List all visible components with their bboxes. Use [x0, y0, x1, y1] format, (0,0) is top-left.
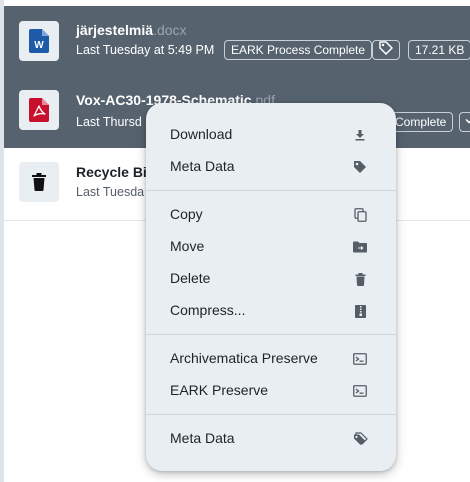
tag-button[interactable]	[372, 40, 400, 60]
menu-item-meta-data-bottom[interactable]: Meta Data	[146, 423, 396, 453]
copy-icon	[352, 207, 368, 223]
menu-item-label: Meta Data	[170, 158, 235, 174]
svg-text:W: W	[34, 40, 44, 51]
terminal-icon	[352, 351, 368, 367]
pdf-icon	[19, 90, 59, 130]
tag-icon	[352, 159, 368, 175]
menu-divider	[146, 190, 396, 191]
file-date: Last Tuesda	[76, 185, 145, 199]
terminal-icon	[352, 383, 368, 399]
status-badge[interactable]: EARK Process Complete	[224, 40, 373, 60]
folder-move-icon	[352, 239, 368, 255]
menu-divider	[146, 334, 396, 335]
file-size-badge: 17.21 KB	[408, 40, 470, 60]
menu-item-download[interactable]: Download	[146, 119, 396, 149]
menu-item-meta-data[interactable]: Meta Data	[146, 151, 396, 181]
menu-item-archivematica-preserve[interactable]: Archivematica Preserve	[146, 343, 396, 373]
expand-button[interactable]	[459, 112, 470, 132]
menu-item-delete[interactable]: Delete	[146, 263, 396, 293]
menu-item-label: Delete	[170, 270, 211, 286]
menu-item-label: Move	[170, 238, 205, 254]
trash-icon	[19, 162, 59, 202]
menu-item-eark-preserve[interactable]: EARK Preserve	[146, 375, 396, 405]
menu-item-compress[interactable]: Compress...	[146, 295, 396, 325]
menu-item-label: Archivematica Preserve	[170, 350, 318, 366]
trash-icon	[352, 271, 368, 287]
status-badge[interactable]: Complete	[388, 112, 454, 132]
menu-item-label: EARK Preserve	[170, 382, 269, 398]
menu-item-label: Meta Data	[170, 430, 235, 446]
menu-divider	[146, 414, 396, 415]
menu-item-label: Compress...	[170, 302, 246, 318]
download-icon	[352, 127, 368, 143]
menu-item-label: Download	[170, 126, 233, 142]
file-date: Last Thursd	[76, 115, 142, 129]
menu-item-move[interactable]: Move	[146, 231, 396, 261]
file-date: Last Tuesday at 5:49 PM	[76, 43, 215, 57]
archive-zip-icon	[352, 303, 368, 319]
chevron-down-icon	[464, 113, 470, 131]
menu-item-label: Copy	[170, 206, 203, 222]
file-name[interactable]: järjestelmiä.docx	[76, 22, 187, 38]
word-doc-icon: W	[19, 21, 59, 61]
menu-item-copy[interactable]: Copy	[146, 199, 396, 229]
file-name[interactable]: Recycle Bin	[76, 164, 155, 180]
tag-icon	[379, 40, 393, 60]
file-row-docx[interactable]: W järjestelmiä.docx Last Tuesday at 5:49…	[4, 6, 470, 76]
tags-icon	[352, 431, 368, 447]
context-menu: Download Meta Data Copy Move Delete Comp…	[146, 103, 396, 471]
